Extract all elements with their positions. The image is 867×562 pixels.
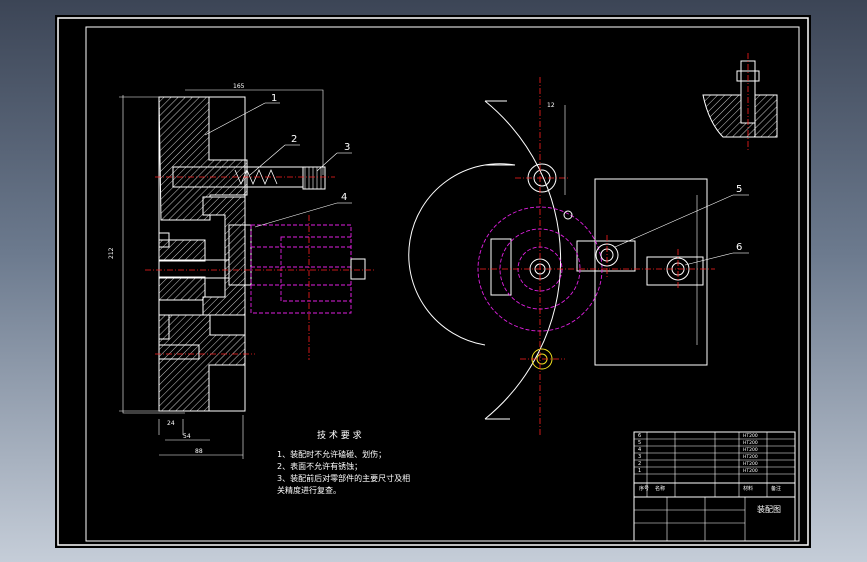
plan-view: [408, 77, 715, 437]
cad-drawing-viewport[interactable]: 165 212 24 54 88 12 1 2 3 4 5 6 技 术 要 求 …: [55, 15, 811, 548]
dim-top-text: 165: [233, 83, 245, 90]
tb-row2-no: 5: [638, 440, 641, 446]
dim-bottom-wide-text: 88: [195, 448, 203, 455]
section-view: [119, 89, 375, 459]
tb-header-note: 备注: [771, 485, 781, 492]
tech-item-2: 2、表面不允许有锈蚀；: [277, 461, 362, 471]
callout-5: 5: [736, 184, 742, 195]
tb-row4-no: 3: [638, 454, 641, 460]
callout-4: 4: [341, 192, 347, 203]
callout-2: 2: [291, 134, 297, 145]
dim-left-text: 212: [108, 247, 115, 259]
tb-row3-no: 4: [638, 447, 641, 453]
dim-bottom-mid-text: 54: [183, 433, 191, 440]
tb-row5-material: HT200: [743, 461, 758, 467]
tb-row3-material: HT200: [743, 447, 758, 453]
dim-right-top-text: 12: [547, 102, 555, 109]
callout-6: 6: [736, 242, 742, 253]
dim-bottom-small-text: 24: [167, 420, 175, 427]
tb-row6-material: HT200: [743, 468, 758, 474]
tb-row2-material: HT200: [743, 440, 758, 446]
callout-3: 3: [344, 142, 350, 153]
title-block: 序号 名称 材料 备注 6 5 4 3 2 1 HT200 HT200 HT20…: [633, 431, 796, 542]
tech-item-3: 3、装配前后对零部件的主要尺寸及相: [277, 473, 410, 483]
tb-header-seq: 序号: [639, 485, 649, 492]
drawing-canvas: 165 212 24 54 88 12 1 2 3 4 5 6 技 术 要 求 …: [57, 17, 809, 546]
tb-row4-material: HT200: [743, 454, 758, 460]
tech-title: 技 术 要 求: [317, 429, 362, 441]
tb-row6-no: 1: [638, 468, 641, 474]
tb-header-name: 名称: [655, 485, 665, 492]
technical-requirements: 技 术 要 求 1、装配时不允许磕碰、划伤； 2、表面不允许有锈蚀； 3、装配前…: [277, 429, 410, 495]
tb-row1-no: 6: [638, 433, 641, 439]
tech-item-1: 1、装配时不允许磕碰、划伤；: [277, 449, 386, 459]
tb-row1-material: HT200: [743, 433, 758, 439]
callout-1: 1: [271, 93, 277, 104]
detail-view: [702, 53, 778, 150]
tb-row5-no: 2: [638, 461, 641, 467]
tb-drawing-name: 装配图: [757, 504, 781, 514]
tb-header-material: 材料: [743, 485, 753, 492]
tech-item-4: 关精度进行复查。: [277, 485, 341, 495]
